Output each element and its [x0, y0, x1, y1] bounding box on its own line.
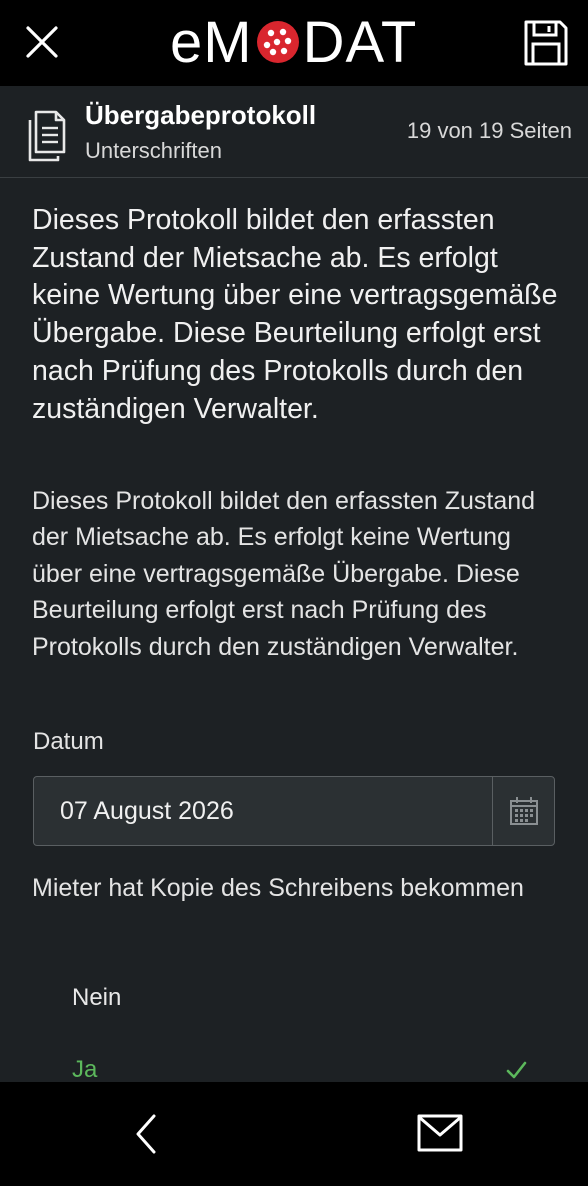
form-content[interactable]: Dieses Protokoll bildet den erfassten Zu…: [0, 178, 588, 1082]
calendar-icon: [510, 797, 538, 825]
close-button[interactable]: [22, 22, 62, 62]
logo-dice-icon: [256, 21, 299, 63]
protocol-notice-large: Dieses Protokoll bildet den erfassten Zu…: [32, 204, 558, 425]
close-icon: [26, 26, 58, 58]
check-icon: [506, 1061, 527, 1079]
date-label: Datum: [33, 728, 104, 755]
option-ja[interactable]: Ja: [72, 1056, 97, 1082]
protocol-notice: Dieses Protokoll bildet den erfassten Zu…: [32, 487, 536, 661]
date-value[interactable]: 07 August 2026: [60, 797, 234, 826]
document-icon: [28, 110, 66, 162]
chevron-left-icon: [136, 1114, 156, 1154]
page-title: Übergabeprotokoll: [85, 100, 317, 130]
top-bar: eM DAT: [0, 0, 588, 86]
date-field[interactable]: 07 August 2026: [33, 776, 555, 846]
logo-text-suffix: DAT: [302, 9, 418, 75]
bottom-bar: [0, 1082, 588, 1186]
page-subtitle: Unterschriften: [85, 138, 222, 163]
option-nein[interactable]: Nein: [72, 984, 121, 1012]
page-counter: 19 von 19 Seiten: [406, 118, 572, 143]
mail-icon: [417, 1114, 463, 1152]
app-logo: eM DAT: [170, 9, 418, 75]
save-button[interactable]: [522, 18, 570, 68]
logo-text-prefix: eM: [170, 9, 253, 75]
copy-received-question: Mieter hat Kopie des Schreibens bekommen: [32, 874, 524, 902]
page-header: Übergabeprotokoll Unterschriften 19 von …: [0, 86, 588, 178]
send-mail-button[interactable]: [415, 1112, 465, 1154]
calendar-button[interactable]: [493, 777, 555, 845]
save-icon: [524, 20, 568, 66]
back-button[interactable]: [128, 1112, 168, 1156]
